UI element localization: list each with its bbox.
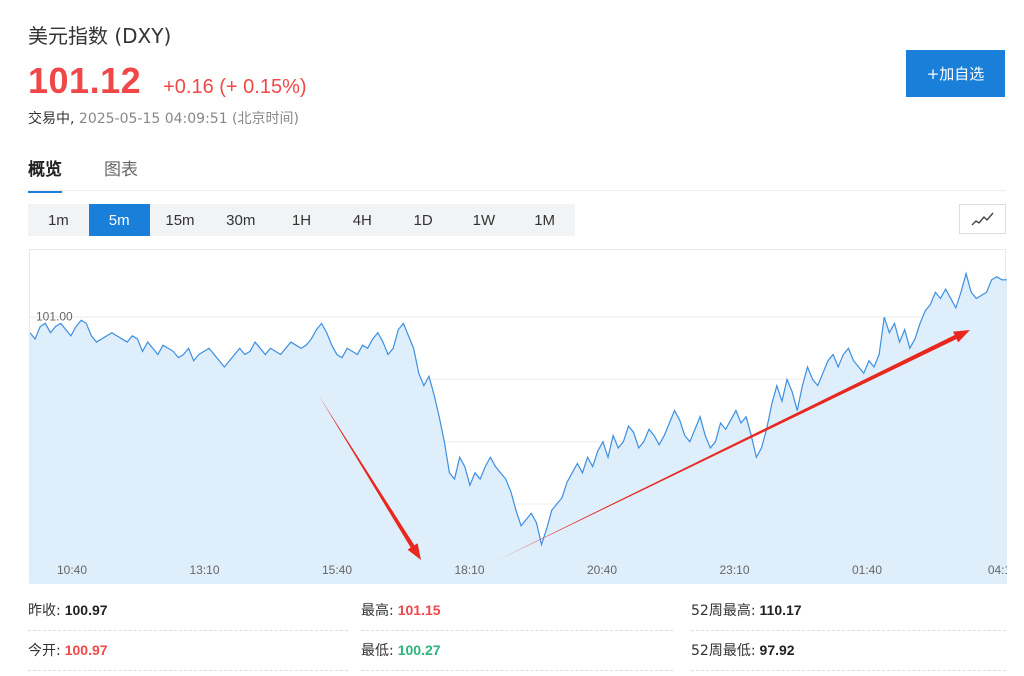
x-tick-label: 04:1 (988, 563, 1007, 577)
period-1m[interactable]: 1m (28, 204, 89, 236)
stat-label: 昨收: (28, 603, 61, 619)
x-tick-label: 20:40 (587, 563, 617, 577)
price-row: 101.12 +0.16 (+ 0.15%) (28, 60, 307, 102)
stat-value: 100.97 (64, 642, 108, 658)
period-4h[interactable]: 4H (332, 204, 393, 236)
stat-value: 100.97 (64, 602, 108, 618)
stat-label: 最高: (361, 603, 394, 619)
period-1d[interactable]: 1D (393, 204, 454, 236)
update-time: 2025-05-15 04:09:51 (北京时间) (78, 111, 299, 127)
stat-value: 97.92 (759, 642, 795, 658)
stat-value: 110.17 (759, 602, 802, 618)
stat-label: 今开: (28, 643, 61, 659)
period-1w[interactable]: 1W (453, 204, 514, 236)
chart-type-button[interactable] (959, 204, 1006, 234)
price-chart: 101.00100.80100.60100.4010:4013:1015:401… (29, 249, 1007, 584)
stat-label: 最低: (361, 643, 394, 659)
stat-value: 100.27 (397, 642, 441, 658)
tab-bar: 概览 图表 (28, 155, 180, 193)
price-change: +0.16 (+ 0.15%) (163, 76, 307, 98)
x-tick-label: 18:10 (454, 563, 484, 577)
tabs-divider (28, 190, 1006, 191)
page-title: 美元指数 (DXY) (28, 24, 172, 48)
period-1mo[interactable]: 1M (514, 204, 575, 236)
stat-open: 今开: 100.97 (28, 630, 348, 671)
stat-label: 52周最高: (691, 603, 756, 619)
period-selector: 1m 5m 15m 30m 1H 4H 1D 1W 1M (28, 204, 575, 236)
status-label: 交易中, (28, 111, 75, 127)
x-tick-label: 10:40 (57, 563, 87, 577)
period-30m[interactable]: 30m (210, 204, 271, 236)
series-area (30, 273, 1007, 584)
period-1h[interactable]: 1H (271, 204, 332, 236)
stat-52w-low: 52周最低: 97.92 (691, 630, 1006, 671)
stat-52w-high: 52周最高: 110.17 (691, 590, 1006, 631)
current-price: 101.12 (28, 60, 142, 101)
line-chart-icon (971, 212, 994, 226)
x-tick-label: 13:10 (189, 563, 219, 577)
period-5m[interactable]: 5m (88, 204, 150, 236)
trading-status: 交易中, 2025-05-15 04:09:51 (北京时间) (28, 108, 299, 128)
stat-low: 最低: 100.27 (361, 630, 673, 671)
x-tick-label: 15:40 (322, 563, 352, 577)
tab-overview[interactable]: 概览 (28, 155, 62, 193)
tab-chart[interactable]: 图表 (104, 155, 138, 193)
add-watchlist-button[interactable]: +加自选 (906, 50, 1005, 97)
stat-value: 101.15 (397, 602, 441, 618)
x-tick-label: 01:40 (852, 563, 882, 577)
period-15m[interactable]: 15m (150, 204, 211, 236)
stat-high: 最高: 101.15 (361, 590, 673, 631)
y-tick-label: 101.00 (36, 309, 73, 323)
x-tick-label: 23:10 (719, 563, 749, 577)
stat-label: 52周最低: (691, 643, 756, 659)
price-chart-svg: 101.00100.80100.60100.4010:4013:1015:401… (30, 271, 1007, 584)
stat-prev-close: 昨收: 100.97 (28, 590, 348, 631)
